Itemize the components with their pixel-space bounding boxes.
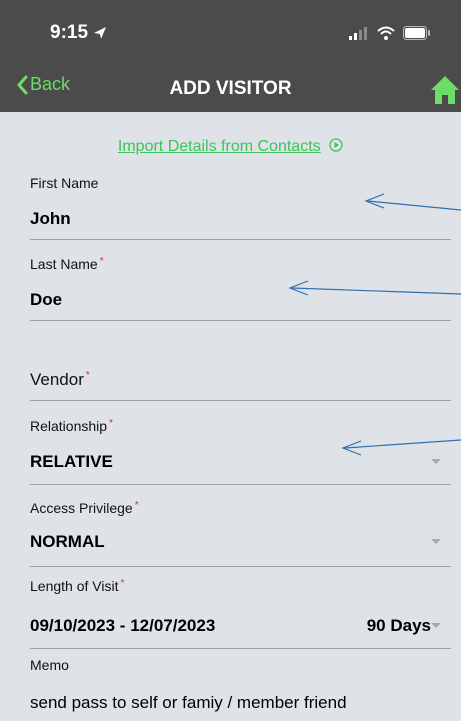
required-mark: * — [109, 418, 113, 429]
vendor-label: Vendor — [30, 370, 84, 389]
nav-bar: Back ADD VISITOR — [0, 66, 461, 112]
relationship-value: RELATIVE — [30, 452, 113, 471]
wifi-icon — [377, 26, 395, 40]
home-icon — [431, 76, 459, 104]
status-bar: 9:15 — [0, 0, 461, 66]
play-circle-icon[interactable] — [329, 138, 343, 152]
required-mark: * — [85, 370, 90, 381]
dropdown-caret-icon — [431, 539, 441, 544]
last-name-value[interactable]: Doe — [30, 290, 62, 310]
import-row: Import Details from Contacts — [0, 138, 461, 156]
last-name-label: Last Name — [30, 256, 98, 272]
visit-days-dropdown[interactable]: 90 Days — [367, 616, 431, 636]
length-of-visit-label: Length of Visit — [30, 578, 119, 594]
location-arrow-icon — [94, 27, 107, 39]
status-time: 9:15 — [50, 22, 108, 44]
first-name-label: First Name — [30, 175, 99, 191]
visit-date-range[interactable]: 09/10/2023 - 12/07/2023 — [30, 616, 215, 636]
signal-icon — [349, 27, 367, 40]
dropdown-caret-icon — [431, 459, 441, 464]
length-of-visit-field[interactable]: Length of Visit * 09/10/2023 - 12/07/2023… — [30, 576, 451, 649]
relationship-dropdown[interactable]: Relationship * RELATIVE — [30, 416, 451, 485]
access-privilege-label: Access Privilege — [30, 500, 133, 516]
battery-icon — [403, 26, 430, 40]
import-contacts-link[interactable]: Import Details from Contacts — [118, 138, 321, 155]
required-mark: * — [134, 500, 139, 511]
memo-value[interactable]: send pass to self or famiy / member frie… — [30, 693, 347, 713]
first-name-field[interactable]: First Name John — [30, 173, 451, 240]
last-name-field[interactable]: Last Name * Doe — [30, 254, 451, 321]
first-name-value[interactable]: John — [30, 209, 71, 229]
dropdown-caret-icon[interactable] — [431, 623, 441, 628]
page-title: ADD VISITOR — [169, 78, 292, 99]
access-privilege-value: NORMAL — [30, 532, 105, 551]
memo-field[interactable]: Memo send pass to self or famiy / member… — [30, 655, 451, 721]
required-mark: * — [120, 578, 125, 589]
access-privilege-dropdown[interactable]: Access Privilege * NORMAL — [30, 498, 451, 567]
vendor-field[interactable]: Vendor * — [30, 320, 451, 401]
relationship-label: Relationship — [30, 418, 108, 434]
required-mark: * — [99, 256, 104, 267]
home-button[interactable] — [429, 74, 461, 111]
memo-label: Memo — [30, 657, 69, 673]
